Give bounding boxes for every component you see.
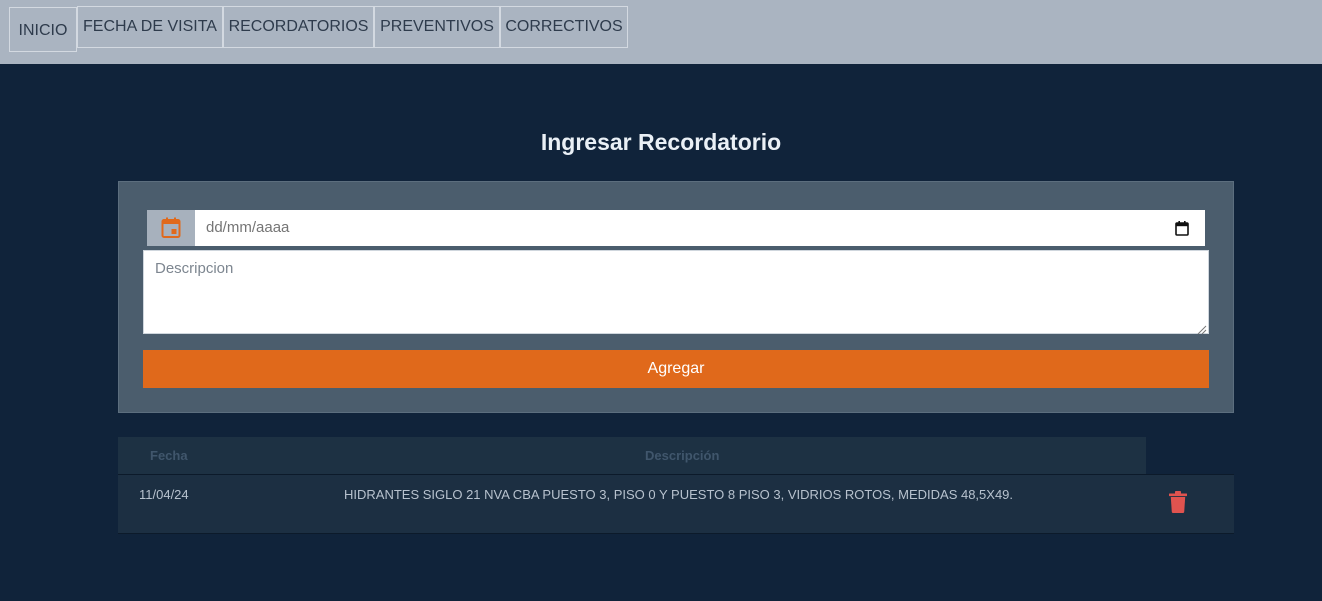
nav-item-recordatorios[interactable]: RECORDATORIOS: [223, 6, 374, 48]
row-date: 11/04/24: [139, 487, 189, 502]
nav-item-correctivos[interactable]: CORRECTIVOS: [500, 6, 628, 48]
page-title: Ingresar Recordatorio: [540, 129, 782, 155]
column-header-descripcion: Descripción: [645, 448, 720, 463]
date-input-group: [147, 210, 1205, 246]
add-button[interactable]: Agregar: [143, 350, 1209, 388]
description-textarea[interactable]: [143, 250, 1209, 334]
nav-item-fecha-de-visita[interactable]: FECHA DE VISITA: [77, 6, 223, 48]
calendar-icon: [147, 210, 195, 246]
trash-icon[interactable]: [1169, 491, 1187, 515]
column-header-fecha: Fecha: [150, 448, 188, 463]
table-header: Fecha Descripción: [118, 437, 1146, 474]
table-row: 11/04/24 HIDRANTES SIGLO 21 NVA CBA PUES…: [118, 474, 1234, 534]
date-input[interactable]: [195, 210, 1205, 246]
nav-item-inicio[interactable]: INICIO: [9, 7, 77, 52]
resize-grip-icon[interactable]: [1197, 322, 1207, 340]
top-navigation: INICIO FECHA DE VISITA RECORDATORIOS PRE…: [0, 0, 1322, 64]
row-description: HIDRANTES SIGLO 21 NVA CBA PUESTO 3, PIS…: [344, 487, 1014, 502]
nav-item-preventivos[interactable]: PREVENTIVOS: [374, 6, 500, 48]
calendar-picker-icon[interactable]: [1175, 221, 1189, 241]
